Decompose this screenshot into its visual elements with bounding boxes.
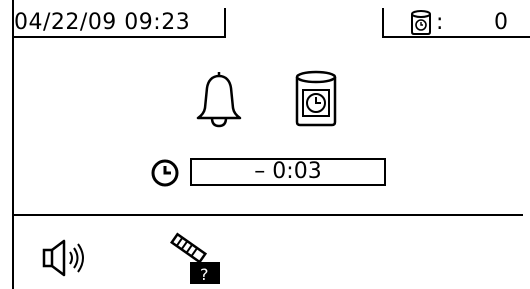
timer-field[interactable]: – 0:03: [190, 158, 386, 186]
timer-can-icon[interactable]: [294, 70, 338, 128]
svg-text:?: ?: [200, 265, 209, 284]
timer-can-icon: [411, 10, 431, 35]
divider: [13, 214, 523, 216]
bell-icon[interactable]: [192, 72, 246, 128]
counter-colon: :: [436, 10, 444, 35]
counter-display: : 0: [382, 8, 530, 38]
maintenance-tool-icon[interactable]: ?: [164, 230, 224, 286]
screen: 04/22/09 09:23 : 0 – 0:03 ?: [0, 0, 530, 289]
datetime-display: 04/22/09 09:23: [12, 8, 226, 38]
left-border-line: [12, 0, 14, 289]
counter-value: 0: [494, 10, 508, 35]
speaker-icon[interactable]: [42, 238, 98, 278]
clock-icon: [151, 159, 179, 187]
